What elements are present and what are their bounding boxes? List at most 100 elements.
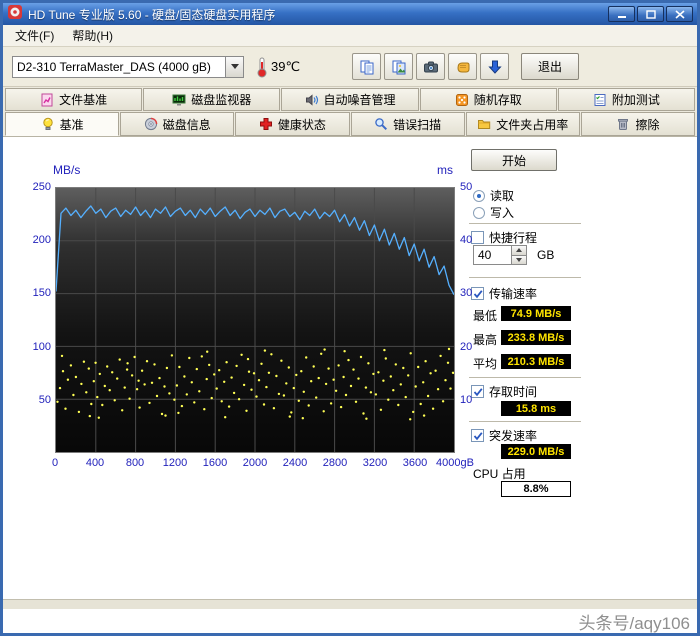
y-right-unit-label: ms <box>437 163 453 177</box>
y-left-unit-label: MB/s <box>53 163 80 177</box>
checkbox-box <box>471 231 484 244</box>
x-tick-label: 4000gB <box>436 457 474 469</box>
copy-image-button[interactable] <box>384 53 413 80</box>
tab-disk-monitor[interactable]: 磁盘监视器 <box>143 88 280 111</box>
y-left-tick-label: 100 <box>7 341 51 353</box>
maximize-button[interactable] <box>637 6 664 22</box>
donate-button[interactable] <box>448 53 477 80</box>
tab-label: 文件基准 <box>59 91 107 108</box>
watermark-bar: 头条号/aqy106 <box>3 609 697 633</box>
menu-help[interactable]: 帮助(H) <box>63 24 122 47</box>
tab-folder-usage[interactable]: 文件夹占用率 <box>466 112 580 136</box>
access-time-label: 存取时间 <box>489 383 537 400</box>
extra-tests-icon <box>593 93 607 107</box>
radio-write[interactable]: 写入 <box>473 204 514 221</box>
screenshot-button[interactable] <box>416 53 445 80</box>
tab-label: 文件夹占用率 <box>496 116 568 133</box>
tab-benchmark[interactable]: 基准 <box>5 112 119 136</box>
avg-label: 平均 <box>473 355 497 372</box>
x-tick-label: 2800 <box>323 457 347 469</box>
copy-text-icon <box>359 59 375 75</box>
radio-read[interactable]: 读取 <box>473 187 514 204</box>
radio-read-label: 读取 <box>490 187 514 204</box>
thermometer-icon <box>256 56 268 78</box>
menu-bar: 文件(F) 帮助(H) <box>3 25 697 47</box>
tab-file-benchmark[interactable]: 文件基准 <box>5 88 142 111</box>
x-tick-label: 800 <box>126 457 144 469</box>
chevron-down-icon[interactable] <box>225 57 243 77</box>
short-stroke-spinner[interactable]: 40 <box>473 245 527 265</box>
tab-label: 擦除 <box>635 116 659 133</box>
disk-info-icon <box>144 117 158 131</box>
title-bar: HD Tune 专业版 5.60 - 硬盘/固态硬盘实用程序 <box>3 3 697 25</box>
x-tick-label: 3600 <box>403 457 427 469</box>
min-label: 最低 <box>473 307 497 324</box>
tab-label: 错误扫描 <box>393 116 441 133</box>
disk-monitor-icon <box>172 93 186 107</box>
separator <box>469 223 581 225</box>
tab-extra-tests[interactable]: 附加测试 <box>558 88 695 111</box>
close-button[interactable] <box>666 6 693 22</box>
camera-icon <box>423 59 439 75</box>
tab-label: 磁盘信息 <box>163 116 211 133</box>
drive-select[interactable]: D2-310 TerraMaster_DAS (4000 gB) <box>12 56 244 78</box>
update-button[interactable] <box>480 53 509 80</box>
x-tick-label: 0 <box>52 457 58 469</box>
tab-error-scan[interactable]: 错误扫描 <box>351 112 465 136</box>
file-benchmark-icon <box>40 93 54 107</box>
check-icon <box>473 289 483 299</box>
folder-icon <box>477 117 491 131</box>
x-tick-label: 1600 <box>203 457 227 469</box>
menu-file[interactable]: 文件(F) <box>6 24 63 47</box>
x-tick-label: 400 <box>86 457 104 469</box>
tab-disk-info[interactable]: 磁盘信息 <box>120 112 234 136</box>
y-right-tick-label: 30 <box>460 287 472 299</box>
y-left-tick-label: 200 <box>7 234 51 246</box>
check-icon <box>473 431 483 441</box>
tab-erase[interactable]: 擦除 <box>581 112 695 136</box>
x-tick-label: 2000 <box>243 457 267 469</box>
tab-label: 附加测试 <box>612 91 660 108</box>
checkbox-box <box>471 429 484 442</box>
drive-select-value: D2-310 TerraMaster_DAS (4000 gB) <box>13 57 225 77</box>
tab-random-access[interactable]: 随机存取 <box>420 88 557 111</box>
spinner-up-button[interactable] <box>512 246 526 255</box>
feature-tab-bar: 文件基准 磁盘监视器 自动噪音管理 随机存取 附加测试 <box>3 87 697 111</box>
maximize-icon <box>646 10 656 19</box>
short-stroke-unit: GB <box>537 248 554 262</box>
copy-text-button[interactable] <box>352 53 381 80</box>
start-button[interactable]: 开始 <box>471 149 557 171</box>
short-stroke-value[interactable]: 40 <box>474 246 511 264</box>
app-icon <box>7 4 23 25</box>
copy-image-icon <box>391 59 407 75</box>
checkbox-transfer-rate[interactable]: 传输速率 <box>471 285 537 302</box>
donate-hand-icon <box>455 59 471 75</box>
tab-aam[interactable]: 自动噪音管理 <box>281 88 418 111</box>
benchmark-plot-svg <box>56 188 454 452</box>
spinner-buttons <box>511 246 526 264</box>
separator <box>469 277 581 279</box>
window-title: HD Tune 专业版 5.60 - 硬盘/固态硬盘实用程序 <box>28 6 603 23</box>
check-icon <box>473 387 483 397</box>
window-controls <box>608 6 693 22</box>
tab-label: 自动噪音管理 <box>324 91 396 108</box>
separator <box>469 421 581 423</box>
exit-button[interactable]: 退出 <box>521 53 579 80</box>
separator <box>469 377 581 379</box>
speaker-icon <box>305 93 319 107</box>
checkbox-burst-rate[interactable]: 突发速率 <box>471 427 537 444</box>
radio-write-dot <box>473 207 485 219</box>
max-label: 最高 <box>473 331 497 348</box>
tab-health[interactable]: 健康状态 <box>235 112 349 136</box>
status-bar <box>3 599 697 609</box>
bulb-icon <box>41 117 55 131</box>
checkbox-access-time[interactable]: 存取时间 <box>471 383 537 400</box>
spinner-down-button[interactable] <box>512 255 526 265</box>
y-left-tick-label: 50 <box>7 394 51 406</box>
minimize-button[interactable] <box>608 6 635 22</box>
watermark-text: 头条号/aqy106 <box>579 609 691 634</box>
x-tick-label: 2400 <box>283 457 307 469</box>
checkbox-short-stroke[interactable]: 快捷行程 <box>471 229 537 246</box>
cpu-label: CPU 占用 <box>473 465 526 482</box>
burst-rate-value: 229.0 MB/s <box>501 444 571 459</box>
